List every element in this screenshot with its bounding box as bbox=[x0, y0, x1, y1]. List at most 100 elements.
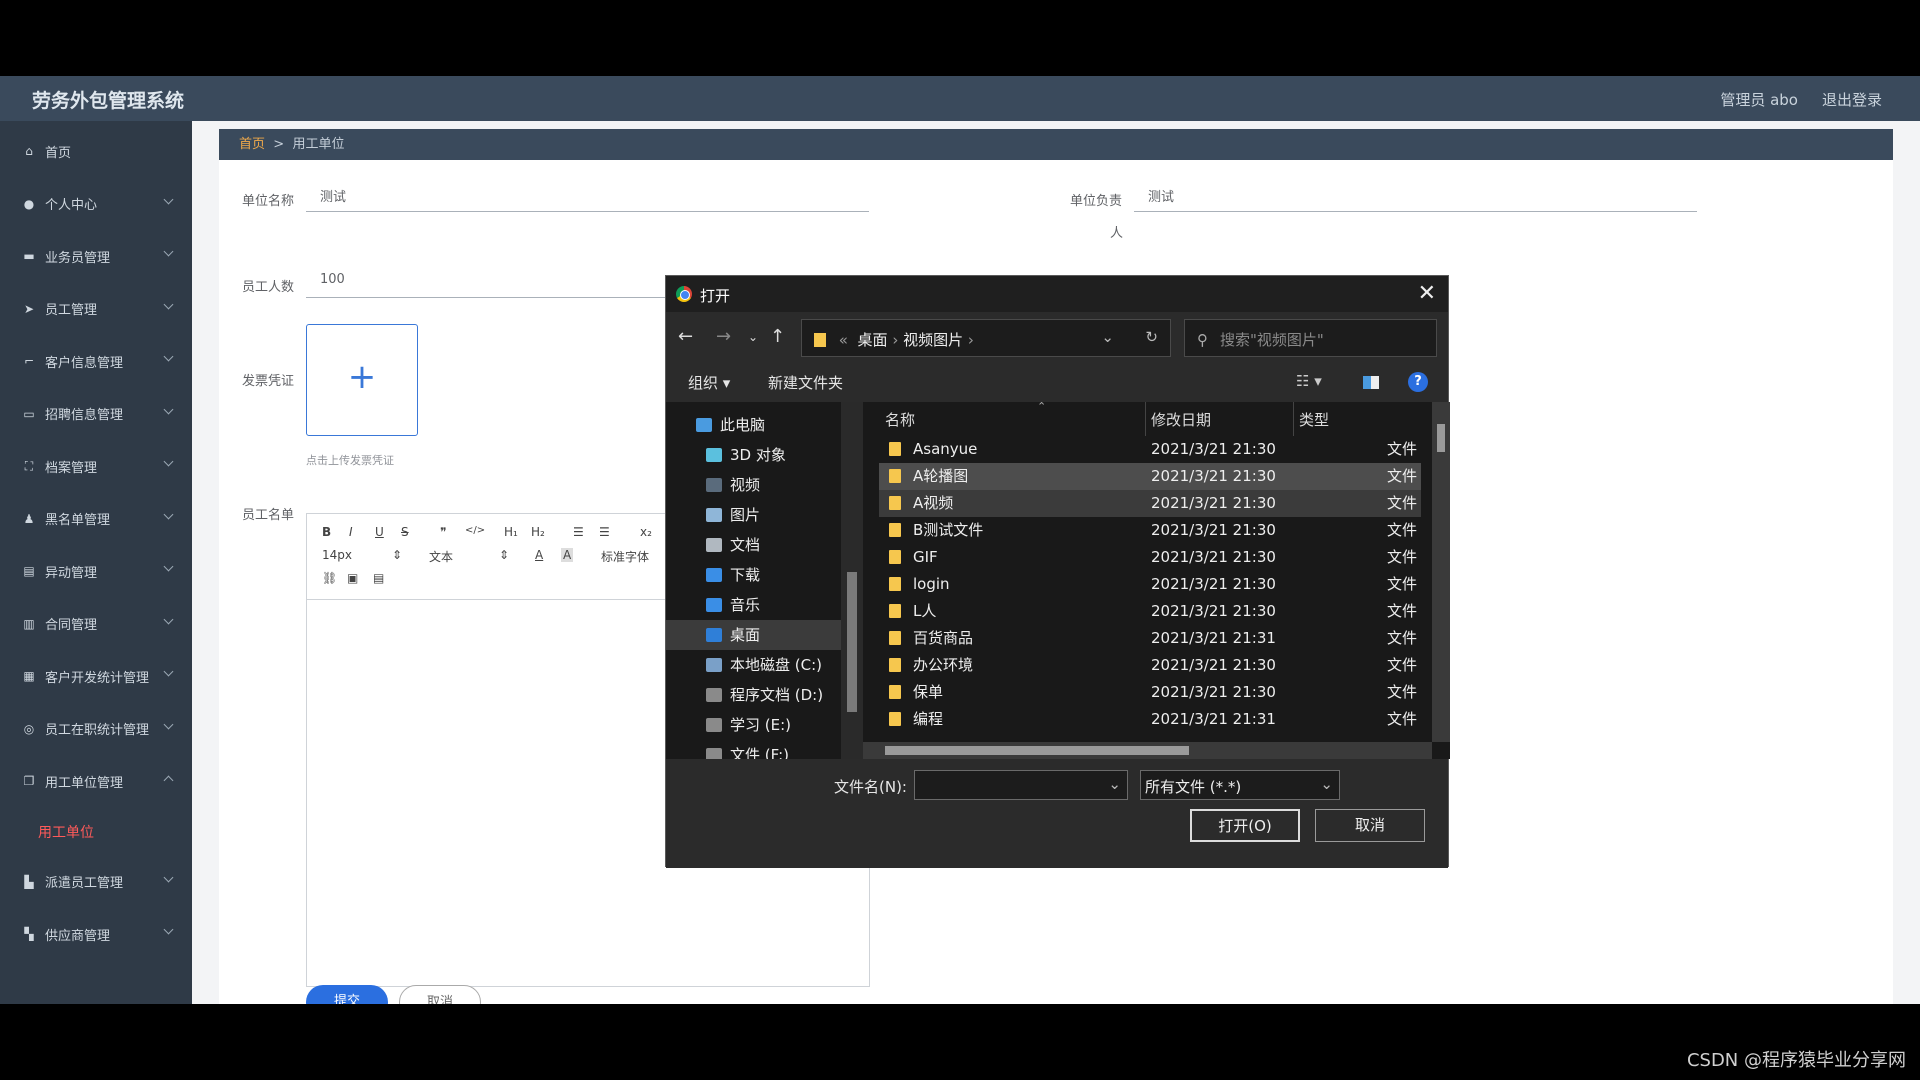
sidebar-item-customer[interactable]: ⌐ 客户信息管理 bbox=[0, 335, 192, 388]
nav-item[interactable]: 图片 bbox=[666, 500, 841, 530]
nav-item[interactable]: 音乐 bbox=[666, 590, 841, 620]
path-dropdown-icon[interactable]: ⌄ bbox=[1101, 328, 1114, 346]
organize-menu[interactable]: 组织 ▾ bbox=[688, 372, 730, 393]
paragraph-select[interactable]: 文本 bbox=[429, 548, 453, 565]
sidebar-item-archive[interactable]: ⛶ 档案管理 bbox=[0, 440, 192, 493]
file-row[interactable]: B测试文件 2021/3/21 21:30 文件 bbox=[879, 517, 1421, 544]
nav-scroll-thumb[interactable] bbox=[847, 572, 857, 712]
nav-item[interactable]: 本地磁盘 (C:) bbox=[666, 650, 841, 680]
subscript-button[interactable]: x₂ bbox=[640, 525, 652, 539]
cancel-button[interactable]: 取消 bbox=[399, 985, 481, 1004]
sidebar-item-recruit[interactable]: ▭ 招聘信息管理 bbox=[0, 388, 192, 441]
file-vertical-scrollbar[interactable] bbox=[1432, 402, 1450, 742]
nav-item[interactable]: 视频 bbox=[666, 470, 841, 500]
link-icon[interactable]: ⛓ bbox=[322, 571, 337, 585]
help-icon[interactable]: ? bbox=[1408, 372, 1428, 392]
unit-name-input[interactable]: 测试 bbox=[306, 180, 869, 212]
sidebar-item-employer[interactable]: ❐ 用工单位管理 bbox=[0, 755, 192, 808]
file-row[interactable]: Asanyue 2021/3/21 21:30 文件 bbox=[879, 436, 1421, 463]
unit-head-input[interactable]: 测试 bbox=[1134, 180, 1697, 212]
image-icon[interactable]: ▣ bbox=[347, 571, 358, 585]
submit-button[interactable]: 提交 bbox=[306, 985, 388, 1004]
sidebar-item-supplier[interactable]: ▚ 供应商管理 bbox=[0, 908, 192, 961]
refresh-icon[interactable]: ↻ bbox=[1145, 328, 1158, 346]
sidebar-subitem-employer-unit[interactable]: 用工单位 bbox=[0, 808, 192, 856]
file-row[interactable]: 保单 2021/3/21 21:30 文件 bbox=[879, 679, 1421, 706]
path-overflow[interactable]: « bbox=[839, 331, 848, 349]
bullet-list-button[interactable]: ☰ bbox=[599, 525, 610, 539]
up-arrow-icon[interactable]: ↑ bbox=[770, 326, 785, 347]
invoice-upload-button[interactable]: + bbox=[306, 324, 418, 436]
sidebar-item-salesman[interactable]: ▬ 业务员管理 bbox=[0, 230, 192, 283]
font-size-select[interactable]: 14px bbox=[322, 548, 352, 562]
path-segment-desktop[interactable]: 桌面 bbox=[858, 331, 888, 349]
nav-item[interactable]: 桌面 bbox=[666, 620, 841, 650]
video-icon[interactable]: ▤ bbox=[373, 571, 384, 585]
strike-button[interactable]: S bbox=[401, 525, 409, 539]
file-row[interactable]: A轮播图 2021/3/21 21:30 文件 bbox=[879, 463, 1421, 490]
search-input[interactable]: ⚲ 搜索"视频图片" bbox=[1184, 319, 1437, 357]
back-arrow-icon[interactable]: ← bbox=[678, 326, 693, 347]
file-row[interactable]: A视频 2021/3/21 21:30 文件 bbox=[879, 490, 1421, 517]
file-row[interactable]: 编程 2021/3/21 21:31 文件 bbox=[879, 706, 1421, 733]
unit-name-label: 单位名称 bbox=[242, 194, 295, 209]
column-name[interactable]: 名称 bbox=[885, 409, 915, 430]
sidebar-item-customer-stats[interactable]: ▦ 客户开发统计管理 bbox=[0, 650, 192, 703]
recent-chevron-icon[interactable]: ⌄ bbox=[748, 330, 758, 344]
folder-icon bbox=[889, 685, 901, 699]
nav-item[interactable]: 程序文档 (D:) bbox=[666, 680, 841, 710]
column-date[interactable]: 修改日期 bbox=[1151, 409, 1211, 430]
font-color-button[interactable]: A bbox=[535, 548, 543, 562]
sidebar-item-staff-stats[interactable]: ◎ 员工在职统计管理 bbox=[0, 703, 192, 756]
new-folder-button[interactable]: 新建文件夹 bbox=[768, 372, 843, 393]
nav-scrollbar[interactable] bbox=[841, 402, 863, 759]
scroll-thumb[interactable] bbox=[1437, 424, 1445, 452]
nav-item[interactable]: 文档 bbox=[666, 530, 841, 560]
file-row[interactable]: 百货商品 2021/3/21 21:31 文件 bbox=[879, 625, 1421, 652]
forward-arrow-icon[interactable]: → bbox=[716, 326, 731, 347]
bg-color-button[interactable]: A bbox=[561, 548, 574, 562]
preview-pane-icon[interactable] bbox=[1363, 376, 1379, 389]
filename-label: 文件名(N): bbox=[834, 778, 907, 796]
filename-input[interactable]: ⌄ bbox=[914, 770, 1128, 800]
dialog-cancel-button[interactable]: 取消 bbox=[1315, 809, 1425, 842]
address-bar[interactable]: « 桌面 › 视频图片 › ⌄ ↻ bbox=[801, 319, 1171, 357]
nav-item[interactable]: 3D 对象 bbox=[666, 440, 841, 470]
file-row[interactable]: login 2021/3/21 21:30 文件 bbox=[879, 571, 1421, 598]
sidebar-item-contract[interactable]: ▥ 合同管理 bbox=[0, 598, 192, 651]
nav-item[interactable]: 文件 (F:) bbox=[666, 740, 841, 759]
ordered-list-button[interactable]: ☰ bbox=[573, 525, 584, 539]
breadcrumb-home[interactable]: 首页 bbox=[239, 137, 265, 152]
italic-button[interactable]: I bbox=[349, 525, 353, 539]
bold-button[interactable]: B bbox=[322, 525, 331, 539]
nav-item[interactable]: 此电脑 bbox=[666, 410, 841, 440]
sidebar-item-staff[interactable]: ➤ 员工管理 bbox=[0, 283, 192, 336]
sidebar-item-home[interactable]: ⌂ 首页 bbox=[0, 125, 192, 178]
sidebar-item-change[interactable]: ▤ 异动管理 bbox=[0, 545, 192, 598]
file-row[interactable]: L人 2021/3/21 21:30 文件 bbox=[879, 598, 1421, 625]
path-segment-videos[interactable]: 视频图片 bbox=[903, 331, 963, 349]
open-button[interactable]: 打开(O) bbox=[1190, 809, 1300, 842]
file-row[interactable]: 办公环境 2021/3/21 21:30 文件 bbox=[879, 652, 1421, 679]
file-row[interactable]: GIF 2021/3/21 21:30 文件 bbox=[879, 544, 1421, 571]
h1-button[interactable]: H₁ bbox=[504, 525, 518, 539]
h2-button[interactable]: H₂ bbox=[531, 525, 545, 539]
close-icon[interactable]: ✕ bbox=[1418, 281, 1436, 306]
font-family-select[interactable]: 标准字体 bbox=[601, 548, 649, 565]
code-button[interactable]: </> bbox=[465, 525, 485, 536]
nav-item[interactable]: 下载 bbox=[666, 560, 841, 590]
underline-button[interactable]: U bbox=[375, 525, 384, 539]
column-type[interactable]: 类型 bbox=[1299, 409, 1329, 430]
sidebar-item-dispatch[interactable]: ▙ 派遣员工管理 bbox=[0, 856, 192, 909]
file-type-select[interactable]: 所有文件 (*.*) ⌄ bbox=[1140, 770, 1340, 800]
view-options-icon[interactable]: ☷ ▾ bbox=[1296, 372, 1322, 390]
logout-link[interactable]: 退出登录 bbox=[1822, 89, 1882, 110]
quote-button[interactable]: ❞ bbox=[440, 525, 446, 539]
hscroll-thumb[interactable] bbox=[885, 746, 1189, 755]
nav-item[interactable]: 学习 (E:) bbox=[666, 710, 841, 740]
sidebar-item-blacklist[interactable]: ♟ 黑名单管理 bbox=[0, 493, 192, 546]
file-horizontal-scrollbar[interactable] bbox=[863, 742, 1432, 759]
user-name[interactable]: 管理员 abo bbox=[1720, 89, 1798, 110]
nav-item-label: 图片 bbox=[730, 506, 761, 524]
sidebar-item-personal[interactable]: ● 个人中心 bbox=[0, 178, 192, 231]
